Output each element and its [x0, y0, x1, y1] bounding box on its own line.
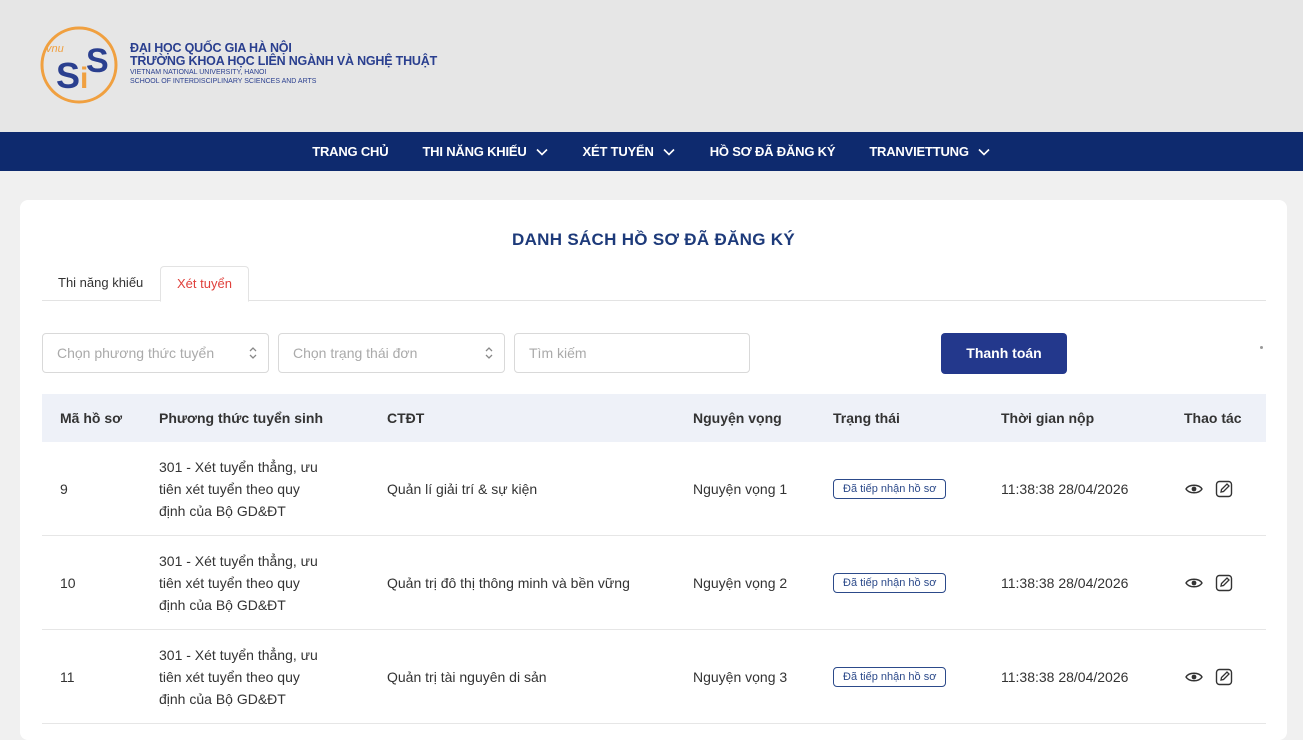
- nav-label: THI NĂNG KHIẾU: [422, 144, 527, 159]
- cell-wish: Nguyện vọng 3: [693, 668, 788, 685]
- edit-icon[interactable]: [1214, 479, 1234, 499]
- status-badge: Đã tiếp nhận hồ sơ: [833, 478, 947, 499]
- method-line: định của Bộ GD&ĐT: [159, 596, 286, 613]
- nav-item-user-menu[interactable]: TRANVIETTUNG: [869, 144, 990, 159]
- method-line: định của Bộ GD&ĐT: [159, 502, 286, 519]
- edit-icon[interactable]: [1214, 667, 1234, 687]
- cell-wish: Nguyện vọng 2: [693, 574, 788, 591]
- eye-icon[interactable]: [1184, 479, 1204, 499]
- search-placeholder: Tìm kiếm: [529, 345, 587, 361]
- nav-label: XÉT TUYỂN: [582, 144, 654, 159]
- cell-program: Quản trị đô thị thông minh và bền vững: [387, 574, 630, 591]
- nav-item-home[interactable]: TRANG CHỦ: [312, 144, 388, 159]
- column-header-method: Phương thức tuyển sinh: [159, 410, 324, 426]
- status-select[interactable]: Chọn trạng thái đơn: [278, 333, 505, 373]
- method-line: 301 - Xét tuyển thẳng, ưu: [159, 458, 318, 475]
- cell-method: 301 - Xét tuyển thẳng, ưu tiên xét tuyển…: [159, 456, 387, 522]
- nav-item-admission[interactable]: XÉT TUYỂN: [583, 144, 676, 159]
- column-header-program: CTĐT: [387, 410, 425, 426]
- select-arrows-icon: [249, 347, 257, 359]
- applications-table: Mã hồ sơ Phương thức tuyển sinh CTĐT Ngu…: [42, 394, 1266, 724]
- method-select-placeholder: Chọn phương thức tuyển: [57, 345, 215, 361]
- method-line: 301 - Xét tuyển thẳng, ưu: [159, 552, 318, 569]
- column-header-id: Mã hồ sơ: [60, 410, 123, 426]
- method-line: tiên xét tuyển theo quy: [159, 574, 300, 591]
- select-arrows-icon: [485, 347, 493, 359]
- page-title: DANH SÁCH HỒ SƠ ĐÃ ĐĂNG KÝ: [512, 230, 795, 249]
- svg-text:S: S: [56, 55, 80, 96]
- cell-status: Đã tiếp nhận hồ sơ: [833, 478, 1001, 499]
- logo-text-block: ĐẠI HỌC QUỐC GIA HÀ NỘI TRƯỜNG KHOA HỌC …: [130, 41, 438, 85]
- cell-id: 9: [60, 480, 68, 497]
- nav-label: TRANVIETTUNG: [869, 144, 969, 159]
- search-input[interactable]: Tìm kiếm: [514, 333, 750, 373]
- table-row: 10 301 - Xét tuyển thẳng, ưu tiên xét tu…: [42, 536, 1266, 630]
- cell-method: 301 - Xét tuyển thẳng, ưu tiên xét tuyển…: [159, 550, 387, 616]
- status-badge: Đã tiếp nhận hồ sơ: [833, 666, 947, 687]
- table-header: Mã hồ sơ Phương thức tuyển sinh CTĐT Ngu…: [42, 394, 1266, 442]
- eye-icon[interactable]: [1184, 667, 1204, 687]
- column-header-time: Thời gian nộp: [1001, 410, 1095, 426]
- table-row: 11 301 - Xét tuyển thẳng, ưu tiên xét tu…: [42, 630, 1266, 724]
- edit-icon[interactable]: [1214, 573, 1234, 593]
- cell-time: 11:38:38 28/04/2026: [1001, 574, 1129, 591]
- cell-id: 10: [60, 574, 76, 591]
- column-header-wish: Nguyện vọng: [693, 410, 782, 426]
- method-select[interactable]: Chọn phương thức tuyển: [42, 333, 269, 373]
- nav-label: TRANG CHỦ: [312, 144, 389, 159]
- pay-button[interactable]: Thanh toán: [941, 333, 1067, 374]
- chevron-down-icon: [978, 148, 990, 156]
- cell-program: Quản trị tài nguyên di sản: [387, 668, 547, 685]
- cell-time: 11:38:38 28/04/2026: [1001, 480, 1129, 497]
- chevron-down-icon: [535, 148, 548, 156]
- eye-icon[interactable]: [1184, 573, 1204, 593]
- svg-text:S: S: [86, 42, 109, 80]
- cell-id: 11: [60, 668, 75, 685]
- method-line: tiên xét tuyển theo quy: [159, 480, 300, 497]
- cell-status: Đã tiếp nhận hồ sơ: [833, 666, 1001, 687]
- tab-aptitude-exam[interactable]: Thi năng khiếu: [42, 266, 159, 300]
- cell-wish: Nguyện vọng 1: [693, 480, 788, 497]
- cell-actions: [1184, 573, 1266, 593]
- method-line: định của Bộ GD&ĐT: [159, 690, 286, 707]
- table-row: 9 301 - Xét tuyển thẳng, ưu tiên xét tuy…: [42, 442, 1266, 536]
- nav-item-registered-applications[interactable]: HỒ SƠ ĐÃ ĐĂNG KÝ: [710, 144, 836, 159]
- content-card: DANH SÁCH HỒ SƠ ĐÃ ĐĂNG KÝ Thi năng khiế…: [20, 200, 1287, 740]
- status-select-placeholder: Chọn trạng thái đơn: [293, 345, 418, 361]
- cell-status: Đã tiếp nhận hồ sơ: [833, 572, 1001, 593]
- status-badge: Đã tiếp nhận hồ sơ: [833, 572, 947, 593]
- nav-item-aptitude-exam[interactable]: THI NĂNG KHIẾU: [422, 144, 548, 159]
- method-line: tiên xét tuyển theo quy: [159, 668, 300, 685]
- method-line: 301 - Xét tuyển thẳng, ưu: [159, 646, 318, 663]
- cell-actions: [1184, 479, 1266, 499]
- column-header-actions: Thao tác: [1184, 410, 1242, 426]
- tab-bar: Thi năng khiếu Xét tuyển: [42, 266, 1266, 302]
- column-header-status: Trạng thái: [833, 410, 900, 426]
- cell-program: Quản lí giải trí & sự kiện: [387, 480, 538, 497]
- main-nav: TRANG CHỦ THI NĂNG KHIẾU XÉT TUYỂN HỒ SƠ…: [0, 132, 1303, 171]
- cell-time: 11:38:38 28/04/2026: [1001, 668, 1129, 685]
- university-logo[interactable]: vnu S i S ĐẠI HỌC QUỐC GIA HÀ NỘI TRƯỜNG…: [36, 22, 437, 108]
- tab-admission[interactable]: Xét tuyển: [160, 266, 249, 302]
- cell-method: 301 - Xét tuyển thẳng, ưu tiên xét tuyển…: [159, 644, 387, 710]
- nav-label: HỒ SƠ ĐÃ ĐĂNG KÝ: [709, 144, 836, 159]
- svg-text:vnu: vnu: [46, 43, 64, 55]
- school-name-en: SCHOOL OF INTERDISCIPLINARY SCIENCES AND…: [130, 77, 317, 85]
- university-name-en: VIETNAM NATIONAL UNIVERSITY, HANOI: [130, 69, 267, 77]
- cell-actions: [1184, 667, 1266, 687]
- decorative-dot: [1260, 346, 1263, 349]
- chevron-down-icon: [663, 148, 675, 156]
- sis-logo-icon: vnu S i S: [40, 26, 118, 104]
- school-name: TRƯỜNG KHOA HỌC LIÊN NGÀNH VÀ NGHỆ THUẬT: [130, 54, 438, 69]
- site-header: vnu S i S ĐẠI HỌC QUỐC GIA HÀ NỘI TRƯỜNG…: [0, 0, 1303, 132]
